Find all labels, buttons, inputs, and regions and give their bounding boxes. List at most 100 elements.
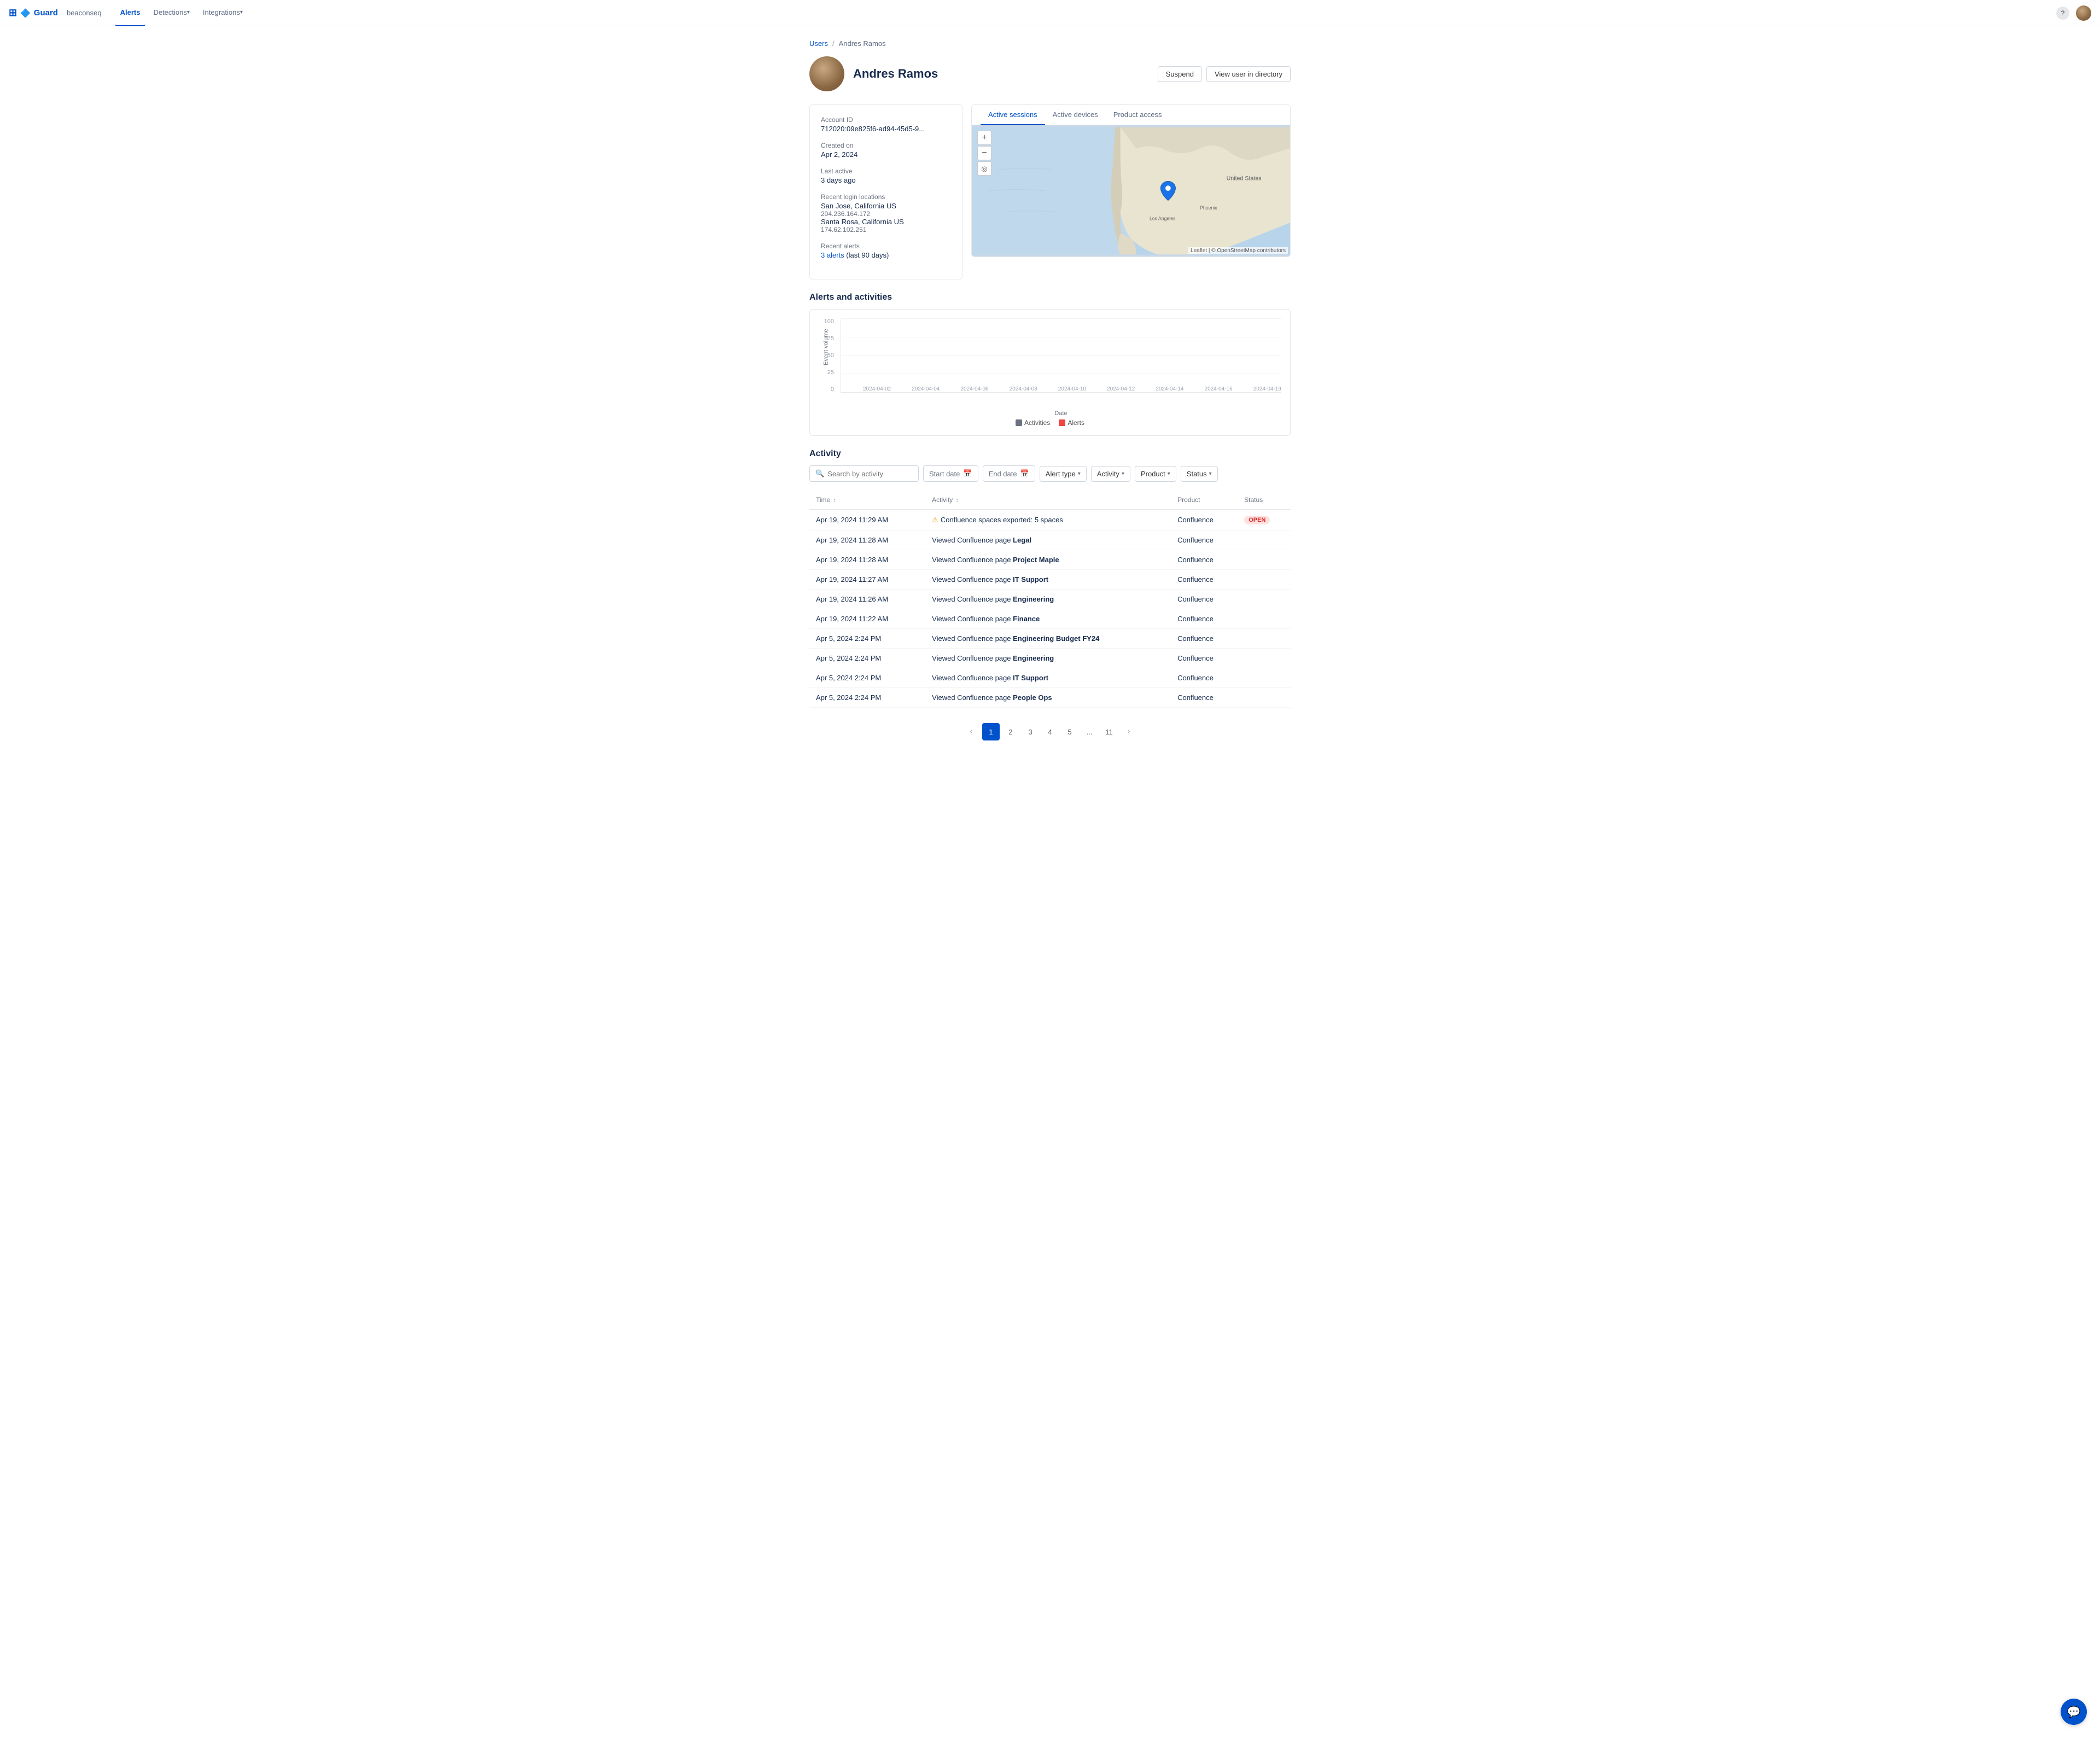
tab-active-sessions[interactable]: Active sessions — [981, 105, 1045, 125]
row-product-3: Confluence — [1171, 570, 1238, 590]
login-locations-value: San Jose, California US 204.236.164.172 … — [821, 202, 951, 234]
bars-container — [841, 318, 1281, 392]
row-status-4 — [1238, 590, 1291, 609]
status-filter[interactable]: Status — [1181, 466, 1218, 482]
row-time-0: Apr 19, 2024 11:29 AM — [809, 510, 925, 530]
nav-right: ? — [2056, 5, 2091, 21]
header-actions: Suspend View user in directory — [1158, 66, 1291, 82]
last-active-label: Last active — [821, 167, 951, 175]
recent-alerts-row: Recent alerts 3 alerts (last 90 days) — [821, 242, 951, 259]
nav-integrations[interactable]: Integrations — [197, 0, 248, 26]
user-profile-avatar — [809, 56, 844, 91]
activity-bold-6: Engineering Budget FY24 — [1013, 634, 1099, 643]
table-row: Apr 5, 2024 2:24 PMViewed Confluence pag… — [809, 668, 1291, 688]
table-header: Time ↕ Activity ↕ Product Status — [809, 491, 1291, 510]
activity-bold-1: Legal — [1013, 536, 1031, 544]
breadcrumb-current: Andres Ramos — [839, 39, 886, 48]
row-product-5: Confluence — [1171, 609, 1238, 629]
activity-bold-7: Engineering — [1013, 654, 1054, 662]
recent-alerts-link[interactable]: 3 alerts — [821, 251, 844, 259]
col-activity: Activity ↕ — [925, 491, 1171, 510]
pagination: ‹ 1 2 3 4 5 ... 11 › — [809, 712, 1291, 751]
chart-section: Alerts and activities Event volume 100 7… — [809, 293, 1291, 436]
chat-bubble[interactable]: 💬 — [2061, 1699, 2087, 1725]
activity-filter[interactable]: Activity — [1091, 466, 1130, 482]
page-11-button[interactable]: 11 — [1100, 723, 1118, 740]
next-page-button[interactable]: › — [1120, 723, 1138, 740]
row-product-4: Confluence — [1171, 590, 1238, 609]
chart-title: Alerts and activities — [809, 293, 1291, 302]
grid-icon: ⊞ — [9, 7, 17, 19]
activity-filters: 🔍 Start date 📅 End date 📅 Alert type Act… — [809, 465, 1291, 482]
breadcrumb: Users / Andres Ramos — [809, 39, 1291, 48]
map-zoom-in[interactable]: + — [977, 131, 991, 145]
row-status-2 — [1238, 550, 1291, 570]
y-label-50: 50 — [827, 352, 834, 359]
map-zoom-out[interactable]: − — [977, 146, 991, 160]
row-activity-2: Viewed Confluence page Project Maple — [925, 550, 1171, 570]
tabs-header: Active sessions Active devices Product a… — [972, 105, 1290, 125]
x-label-1: 2024-04-04 — [912, 386, 940, 392]
x-label-7: 2024-04-16 — [1205, 386, 1233, 392]
svg-text:Phoenix: Phoenix — [1200, 205, 1217, 211]
view-directory-button[interactable]: View user in directory — [1206, 66, 1291, 82]
help-icon[interactable]: ? — [2056, 7, 2069, 20]
page-4-button[interactable]: 4 — [1041, 723, 1059, 740]
legend-alerts: Alerts — [1059, 419, 1084, 427]
activity-section: Activity 🔍 Start date 📅 End date 📅 Alert… — [809, 449, 1291, 751]
tab-content-active-sessions: United States Los Angeles Phoenix + — [972, 125, 1290, 256]
time-sort-icon: ↕ — [833, 498, 836, 504]
created-on-row: Created on Apr 2, 2024 — [821, 142, 951, 159]
last-active-value: 3 days ago — [821, 176, 951, 184]
table-row: Apr 19, 2024 11:27 AMViewed Confluence p… — [809, 570, 1291, 590]
row-time-3: Apr 19, 2024 11:27 AM — [809, 570, 925, 590]
row-activity-8: Viewed Confluence page IT Support — [925, 668, 1171, 688]
user-avatar-nav[interactable] — [2076, 5, 2091, 21]
product-filter[interactable]: Product — [1135, 466, 1176, 482]
app-logo[interactable]: ⊞ 🔷 Guard — [9, 7, 58, 19]
row-activity-0: ⚠Confluence spaces exported: 5 spaces — [925, 510, 1171, 530]
app-name: Guard — [34, 8, 58, 18]
nav-detections[interactable]: Detections — [148, 0, 195, 26]
prev-page-button[interactable]: ‹ — [962, 723, 980, 740]
row-activity-7: Viewed Confluence page Engineering — [925, 649, 1171, 668]
table-row: Apr 5, 2024 2:24 PMViewed Confluence pag… — [809, 688, 1291, 708]
account-id-row: Account ID 712020:09e825f6-ad94-45d5-9..… — [821, 116, 951, 133]
tab-product-access[interactable]: Product access — [1106, 105, 1170, 125]
atlassian-icon: 🔷 — [20, 8, 31, 18]
recent-alerts-value: 3 alerts (last 90 days) — [821, 251, 951, 259]
page-5-button[interactable]: 5 — [1061, 723, 1078, 740]
svg-text:Los Angeles: Los Angeles — [1150, 215, 1176, 221]
start-date-input[interactable]: Start date 📅 — [923, 465, 978, 482]
details-panel: Account ID 712020:09e825f6-ad94-45d5-9..… — [809, 104, 1291, 279]
alert-warning-icon: ⚠ — [932, 516, 938, 524]
table-row: Apr 5, 2024 2:24 PMViewed Confluence pag… — [809, 649, 1291, 668]
activity-bold-9: People Ops — [1013, 693, 1052, 702]
breadcrumb-users[interactable]: Users — [809, 39, 828, 48]
row-product-7: Confluence — [1171, 649, 1238, 668]
nav-alerts[interactable]: Alerts — [115, 0, 146, 26]
x-axis-title: Date — [819, 410, 1281, 417]
recent-alerts-suffix: (last 90 days) — [846, 251, 889, 259]
suspend-button[interactable]: Suspend — [1158, 66, 1202, 82]
page-3-button[interactable]: 3 — [1022, 723, 1039, 740]
activity-table: Time ↕ Activity ↕ Product Status Apr 19,… — [809, 491, 1291, 708]
table-row: Apr 19, 2024 11:28 AMViewed Confluence p… — [809, 550, 1291, 570]
x-label-4: 2024-04-10 — [1058, 386, 1086, 392]
map-location-btn[interactable]: ◎ — [977, 161, 991, 176]
row-product-6: Confluence — [1171, 629, 1238, 649]
row-activity-1: Viewed Confluence page Legal — [925, 530, 1171, 550]
page-2-button[interactable]: 2 — [1002, 723, 1019, 740]
search-input[interactable] — [827, 470, 913, 478]
tab-active-devices[interactable]: Active devices — [1045, 105, 1106, 125]
table-row: Apr 19, 2024 11:29 AM⚠Confluence spaces … — [809, 510, 1291, 530]
row-status-3 — [1238, 570, 1291, 590]
alert-type-filter[interactable]: Alert type — [1040, 466, 1087, 482]
row-activity-6: Viewed Confluence page Engineering Budge… — [925, 629, 1171, 649]
legend-activities: Activities — [1016, 419, 1050, 427]
user-info: Andres Ramos — [809, 56, 938, 91]
x-label-5: 2024-04-12 — [1107, 386, 1135, 392]
page-1-button[interactable]: 1 — [982, 723, 1000, 740]
end-date-input[interactable]: End date 📅 — [983, 465, 1035, 482]
x-label-8: 2024-04-19 — [1253, 386, 1281, 392]
